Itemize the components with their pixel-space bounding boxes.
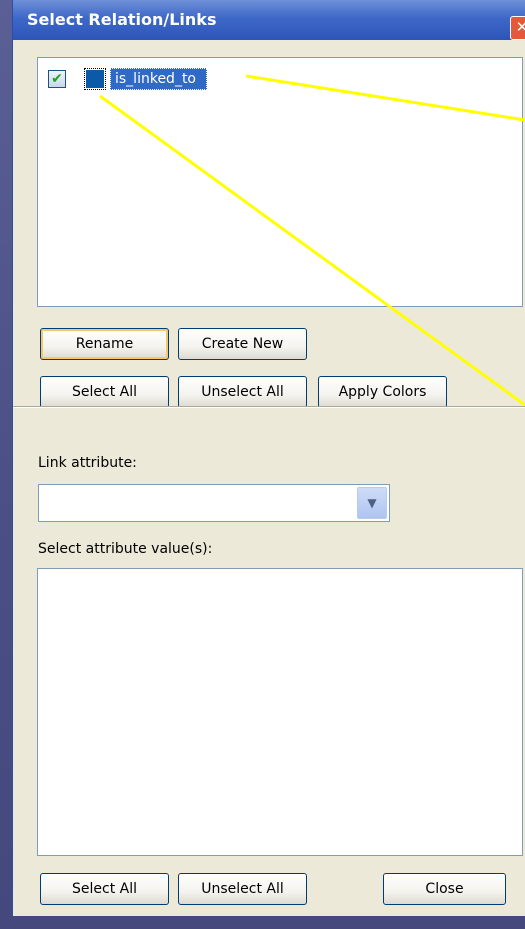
annotation-overlay [99,74,525,407]
annotation-line [99,94,525,407]
annotation-line [245,74,525,122]
